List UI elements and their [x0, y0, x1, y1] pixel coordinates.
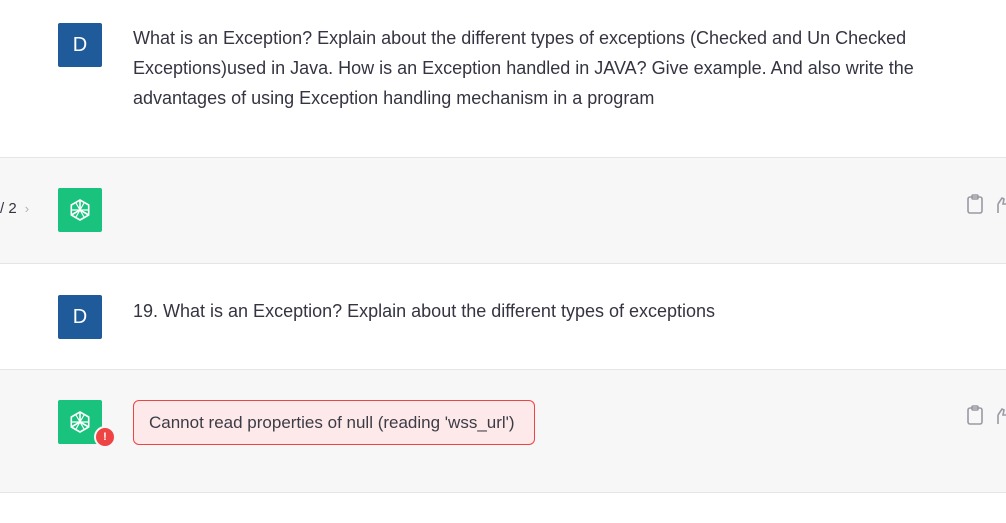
user-avatar: D	[58, 23, 102, 67]
user-message-text: 19. What is an Exception? Explain about …	[133, 301, 716, 321]
user-message-row: D 19. What is an Exception? Explain abou…	[0, 264, 1006, 370]
user-message-text: What is an Exception? Explain about the …	[133, 28, 914, 108]
clipboard-icon[interactable]	[966, 405, 986, 427]
response-pager: / 2 ›	[0, 200, 29, 217]
assistant-avatar	[58, 188, 102, 232]
user-message-row: D What is an Exception? Explain about th…	[0, 0, 1006, 158]
assistant-message-row: / 2 ›	[0, 158, 1006, 264]
assistant-message-row: ! Cannot read properties of null (readin…	[0, 370, 1006, 493]
error-badge-icon: !	[94, 426, 116, 448]
clipboard-icon[interactable]	[966, 194, 986, 216]
user-avatar-letter: D	[72, 305, 88, 328]
openai-logo-icon	[70, 411, 90, 433]
openai-logo-icon	[70, 199, 90, 221]
chevron-right-icon[interactable]: ›	[25, 201, 29, 216]
error-message-text: Cannot read properties of null (reading …	[149, 412, 515, 432]
pager-label: / 2	[0, 200, 17, 217]
error-message: Cannot read properties of null (reading …	[133, 400, 535, 445]
thumbs-up-icon[interactable]	[996, 196, 1006, 218]
user-avatar: D	[58, 295, 102, 339]
thumbs-up-icon[interactable]	[996, 407, 1006, 429]
user-avatar-letter: D	[72, 33, 88, 56]
